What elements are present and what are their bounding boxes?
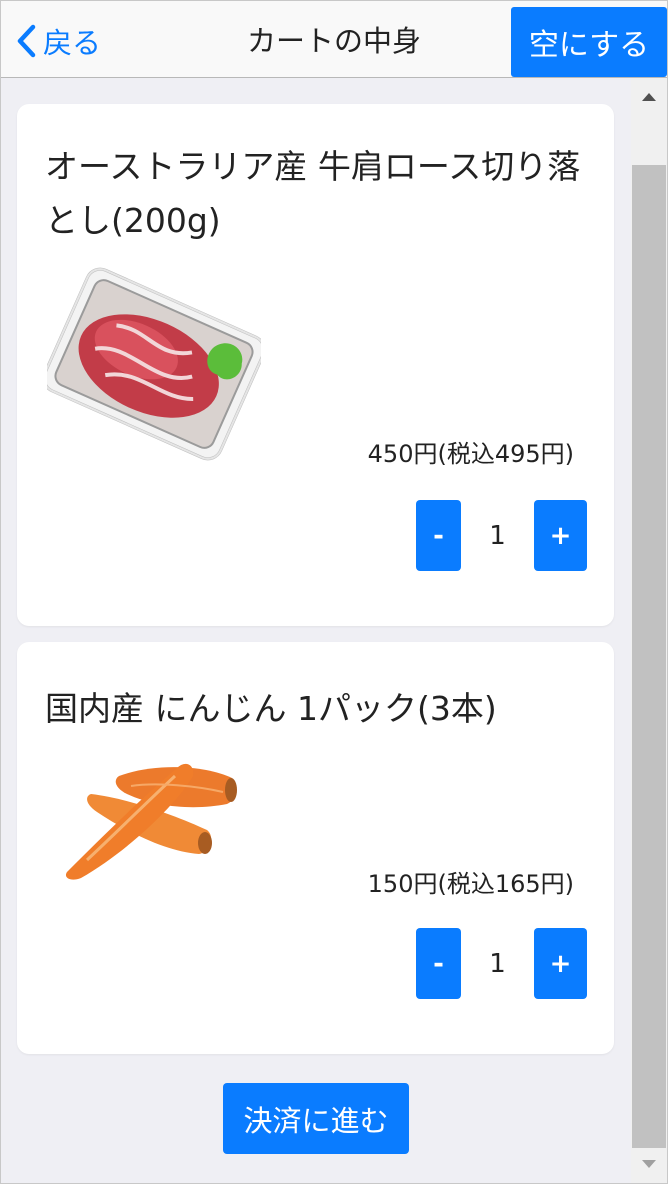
quantity-value: 1 <box>489 948 506 979</box>
checkout-button[interactable]: 決済に進む <box>223 1083 409 1154</box>
increase-button[interactable]: + <box>534 500 587 571</box>
decrease-button[interactable]: - <box>416 500 461 571</box>
carrots-image <box>47 742 261 888</box>
vertical-scrollbar[interactable] <box>631 78 667 1183</box>
item-price: 450円(税込495円) <box>367 440 574 468</box>
navigation-bar: 戻る カートの中身 空にする <box>1 1 667 78</box>
scrollbar-thumb[interactable] <box>632 165 666 1148</box>
item-name: 国内産 にんじん 1パック(3本) <box>45 689 497 728</box>
increase-button[interactable]: + <box>534 928 587 999</box>
cart-list[interactable]: オーストラリア産 牛肩ロース切り落とし(200g) 450円(税込495円) -… <box>1 78 631 1183</box>
decrease-button[interactable]: - <box>416 928 461 999</box>
quantity-stepper: - 1 + <box>416 500 587 571</box>
item-name: オーストラリア産 牛肩ロース切り落とし(200g) <box>45 147 581 240</box>
cart-screen: 戻る カートの中身 空にする オーストラリア産 牛肩ロース切り落とし(200g) <box>0 0 668 1184</box>
cart-item: オーストラリア産 牛肩ロース切り落とし(200g) 450円(税込495円) -… <box>17 104 614 626</box>
scroll-up-arrow-icon[interactable] <box>631 82 667 112</box>
scroll-down-arrow-icon[interactable] <box>631 1149 667 1179</box>
empty-cart-button[interactable]: 空にする <box>511 7 667 77</box>
quantity-stepper: - 1 + <box>416 928 587 999</box>
beef-pack-image <box>42 264 266 464</box>
quantity-value: 1 <box>489 520 506 551</box>
cart-item: 国内産 にんじん 1パック(3本) 150円(税込165円) - 1 + <box>17 642 614 1054</box>
item-price: 150円(税込165円) <box>367 870 574 898</box>
